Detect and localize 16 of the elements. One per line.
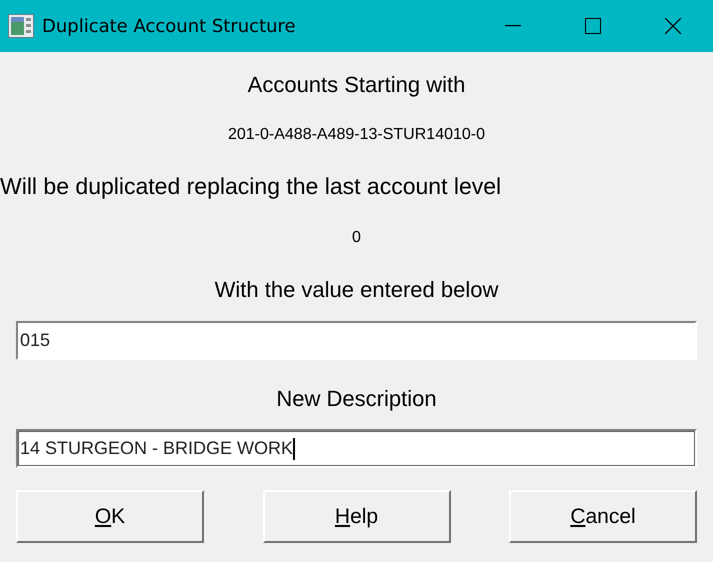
- label-text: Accounts Starting with: [248, 70, 466, 99]
- close-icon: [665, 18, 681, 34]
- app-icon: [8, 14, 34, 38]
- dialog-button[interactable]: OK: [16, 490, 204, 543]
- label-text: Will be duplicated replacing the last account level: [0, 172, 502, 202]
- dialog-button[interactable]: Cancel: [509, 490, 697, 543]
- dialog-button[interactable]: Help: [262, 490, 450, 543]
- value-text: 201-0-A488-A489-13-STUR14010-0: [228, 125, 486, 145]
- label-text: With the value entered below: [214, 276, 498, 304]
- value-field[interactable]: 015: [16, 321, 697, 360]
- minimize-icon: [505, 25, 521, 27]
- window-title: Duplicate Account Structure: [42, 14, 296, 38]
- description-label: New Description: [276, 385, 437, 413]
- maximize-icon: [585, 18, 601, 34]
- value-text: 0: [352, 228, 361, 248]
- description-field[interactable]: 14 STURGEON - BRIDGE WORK: [16, 429, 697, 468]
